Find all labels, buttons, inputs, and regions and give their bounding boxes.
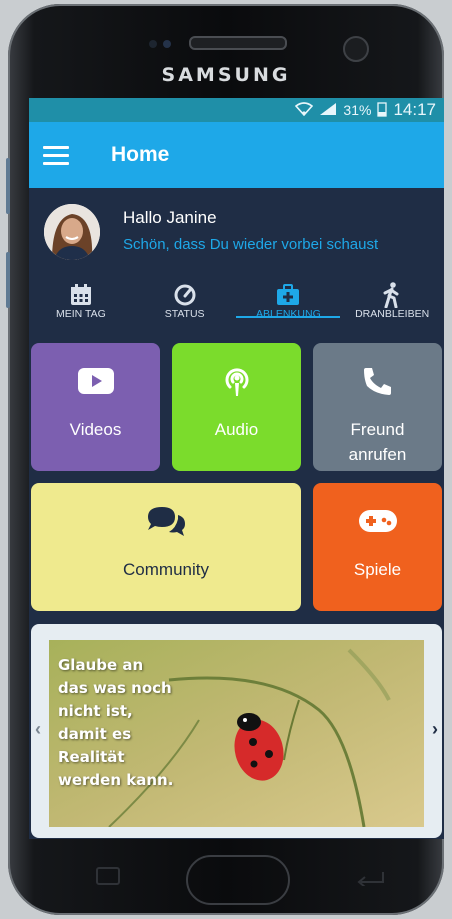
tile-label: Spiele [353,560,402,579]
brand-label: SAMSUNG [161,64,291,86]
tab-bar: MEIN TAG STATUS ABLENKUNG DRANBLEIBEN [29,276,444,328]
games-tile[interactable]: Spiele [313,483,442,611]
youtube-icon [77,365,114,397]
tile-label: Videos [69,420,122,439]
podcast-icon [222,365,252,397]
signal-icon [319,102,337,119]
proximity-sensor [149,40,157,48]
chat-icon [145,505,187,537]
recent-apps-icon[interactable] [95,866,121,891]
gauge-icon [174,282,196,308]
tab-label: ABLENKUNG [255,308,321,320]
phone-icon [363,365,393,397]
chevron-left-icon[interactable]: ‹ [35,719,41,740]
tile-label: Community [123,560,209,579]
back-icon[interactable] [355,866,385,891]
power-button [6,252,10,308]
avatar[interactable] [44,204,100,260]
tab-mein-tag[interactable]: MEIN TAG [29,276,133,328]
page-title: Home [111,143,170,166]
tab-label: DRANBLEIBEN [355,308,430,320]
walking-icon [382,282,402,308]
earpiece-speaker [189,36,287,50]
audio-tile[interactable]: Audio [172,343,301,471]
quote-text: Glaube an das was noch nicht ist, damit … [58,656,174,789]
light-sensor [163,40,171,48]
medkit-icon [276,282,300,308]
quote-image: Glaube an das was noch nicht ist, damit … [49,640,424,827]
tab-dranbleiben[interactable]: DRANBLEIBEN [340,276,444,328]
videos-tile[interactable]: Videos [31,343,160,471]
tab-label: STATUS [164,308,205,320]
battery-percent: 31% [343,102,372,118]
app-bar: Home [29,122,444,188]
chevron-right-icon[interactable]: › [432,719,438,740]
quote-carousel: ‹ Glaube an das was noch nicht ist, dami… [31,624,442,838]
greeting-subtitle: Schön, dass Du wieder vorbei schaust [123,236,379,253]
volume-button [6,158,10,214]
tab-status[interactable]: STATUS [133,276,237,328]
screen: 31% 14:17 Home Hallo Janine Schön, dass … [29,98,444,839]
tab-ablenkung[interactable]: ABLENKUNG [236,276,341,328]
home-button[interactable] [186,855,290,905]
tile-label: Audio [214,420,259,439]
calendar-icon [70,282,92,308]
greeting-card: Hallo Janine Schön, dass Du wieder vorbe… [29,188,444,276]
community-tile[interactable]: Community [31,483,301,611]
gamepad-icon [358,505,398,537]
battery-icon [377,101,388,120]
wifi-icon [295,101,314,119]
call-friend-tile[interactable]: Freund anrufen [313,343,442,471]
active-tab-indicator [236,316,341,318]
status-bar: 31% 14:17 [29,98,444,122]
clock: 14:17 [393,100,436,119]
greeting-title: Hallo Janine [123,208,217,227]
tab-label: MEIN TAG [55,308,106,320]
menu-icon[interactable] [43,145,69,165]
front-camera [343,36,369,62]
tile-label: Freund anrufen [348,420,407,464]
